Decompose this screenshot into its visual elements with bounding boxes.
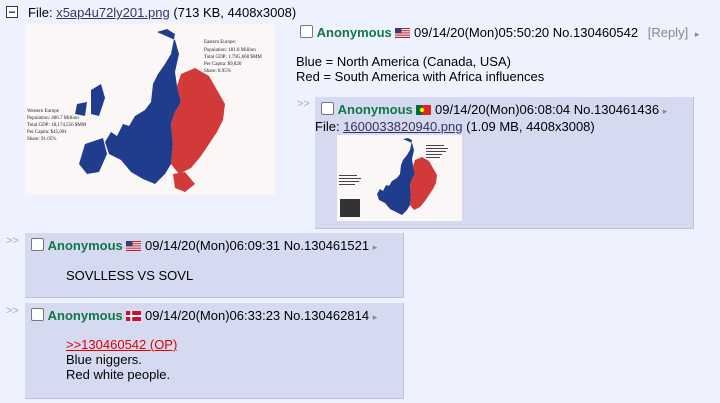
reply-post-number[interactable]: No.130461521 xyxy=(284,238,369,253)
op-message-line: Red = South America with Africa influenc… xyxy=(296,69,545,84)
op-select-checkbox[interactable] xyxy=(300,25,313,38)
reply-post-130461436: Anonymous 09/14/20(Mon)06:08:04 No.13046… xyxy=(315,97,694,229)
reply-post-number[interactable]: No.130462814 xyxy=(284,308,369,323)
reply-menu-arrow-icon[interactable]: ▸ xyxy=(373,242,378,252)
reply-post-130461521: Anonymous 09/14/20(Mon)06:09:31 No.13046… xyxy=(25,233,404,298)
west-title: Western Europe xyxy=(27,109,60,114)
reply-select-checkbox[interactable] xyxy=(321,102,334,115)
reply-post-number[interactable]: No.130461436 xyxy=(574,102,659,117)
reply-datetime: 09/14/20(Mon)06:08:04 xyxy=(435,102,571,117)
reply-menu-arrow-icon[interactable]: ▸ xyxy=(373,312,378,322)
reply-header: Anonymous 09/14/20(Mon)06:33:23 No.13046… xyxy=(31,308,377,323)
reply-select-checkbox[interactable] xyxy=(31,238,44,251)
op-datetime: 09/14/20(Mon)05:50:20 xyxy=(414,25,550,40)
op-menu-arrow-icon[interactable]: ▸ xyxy=(695,29,700,39)
op-message-line: Blue = North America (Canada, USA) xyxy=(296,54,511,69)
op-reply-link[interactable]: [Reply] xyxy=(648,25,688,40)
side-arrows: >> xyxy=(297,98,310,110)
reply-message: SOVLLESS VS SOVL xyxy=(66,268,194,283)
west-europe-region xyxy=(105,29,181,184)
collapse-icon[interactable] xyxy=(6,6,18,21)
reply-post-130462814: Anonymous 09/14/20(Mon)06:33:23 No.13046… xyxy=(25,303,404,399)
reply-header: Anonymous 09/14/20(Mon)06:09:31 No.13046… xyxy=(31,238,377,253)
reply-message: >>130460542 (OP) Blue niggers. Red white… xyxy=(66,337,177,382)
svg-text:Per Capita: $45,001: Per Capita: $45,001 xyxy=(27,130,67,135)
reply-datetime: 09/14/20(Mon)06:09:31 xyxy=(145,238,281,253)
reply-datetime: 09/14/20(Mon)06:33:23 xyxy=(145,308,281,323)
reply-poster-name: Anonymous xyxy=(337,102,413,117)
denmark-flag-icon xyxy=(126,311,142,321)
reply-message-line: Blue niggers. xyxy=(66,352,142,367)
reply-file-link[interactable]: 1600033820940.png xyxy=(343,119,462,134)
op-file-info: File: x5ap4u72ly201.png (713 KB, 4408x30… xyxy=(28,5,296,20)
east-title: Eastern Europe: xyxy=(204,40,236,45)
op-post-number[interactable]: No.130460542 xyxy=(553,25,638,40)
svg-text:Population: 406.7 Million: Population: 406.7 Million xyxy=(27,116,79,121)
svg-text:Population: 181.8 Million: Population: 181.8 Million xyxy=(204,48,256,53)
side-arrows: >> xyxy=(6,305,19,317)
east-europe-region xyxy=(171,68,225,174)
reply-poster-name: Anonymous xyxy=(47,238,123,253)
op-file-size: (713 KB, 4408x3008) xyxy=(173,5,297,20)
op-file-link[interactable]: x5ap4u72ly201.png xyxy=(56,5,170,20)
reply-file-info: File: 1600033820940.png (1.09 MB, 4408x3… xyxy=(315,119,595,134)
usa-flag-icon xyxy=(395,28,411,38)
svg-text:Per Capita: $9,820: Per Capita: $9,820 xyxy=(204,62,242,67)
svg-text:Share: 91.05%: Share: 91.05% xyxy=(27,137,56,142)
usa-flag-icon xyxy=(126,241,142,251)
reply-image-thumbnail[interactable] xyxy=(337,135,462,221)
reply-message-line: Red white people. xyxy=(66,367,171,382)
op-message: Blue = North America (Canada, USA) Red =… xyxy=(296,54,544,84)
portugal-flag-icon xyxy=(416,105,432,115)
quote-link-op[interactable]: >>130460542 (OP) xyxy=(66,337,177,352)
reply-poster-name: Anonymous xyxy=(47,308,123,323)
side-arrows: >> xyxy=(6,235,19,247)
reply-select-checkbox[interactable] xyxy=(31,308,44,321)
svg-text:Total GDP: 1.79G,660 $MM: Total GDP: 1.79G,660 $MM xyxy=(204,55,262,60)
op-poster-name: Anonymous xyxy=(316,25,392,40)
op-image[interactable]: Eastern Europe: Population: 181.8 Millio… xyxy=(25,24,275,195)
svg-text:Total GDP: 18,174,556 $MM: Total GDP: 18,174,556 $MM xyxy=(27,123,87,128)
op-file-label: File: xyxy=(28,5,53,20)
reply-menu-arrow-icon[interactable]: ▸ xyxy=(663,106,668,116)
reply-header: Anonymous 09/14/20(Mon)06:08:04 No.13046… xyxy=(321,102,667,117)
svg-text:Share: 8.95%: Share: 8.95% xyxy=(204,69,231,74)
op-post-header: Anonymous 09/14/20(Mon)05:50:20 No.13046… xyxy=(300,25,699,40)
